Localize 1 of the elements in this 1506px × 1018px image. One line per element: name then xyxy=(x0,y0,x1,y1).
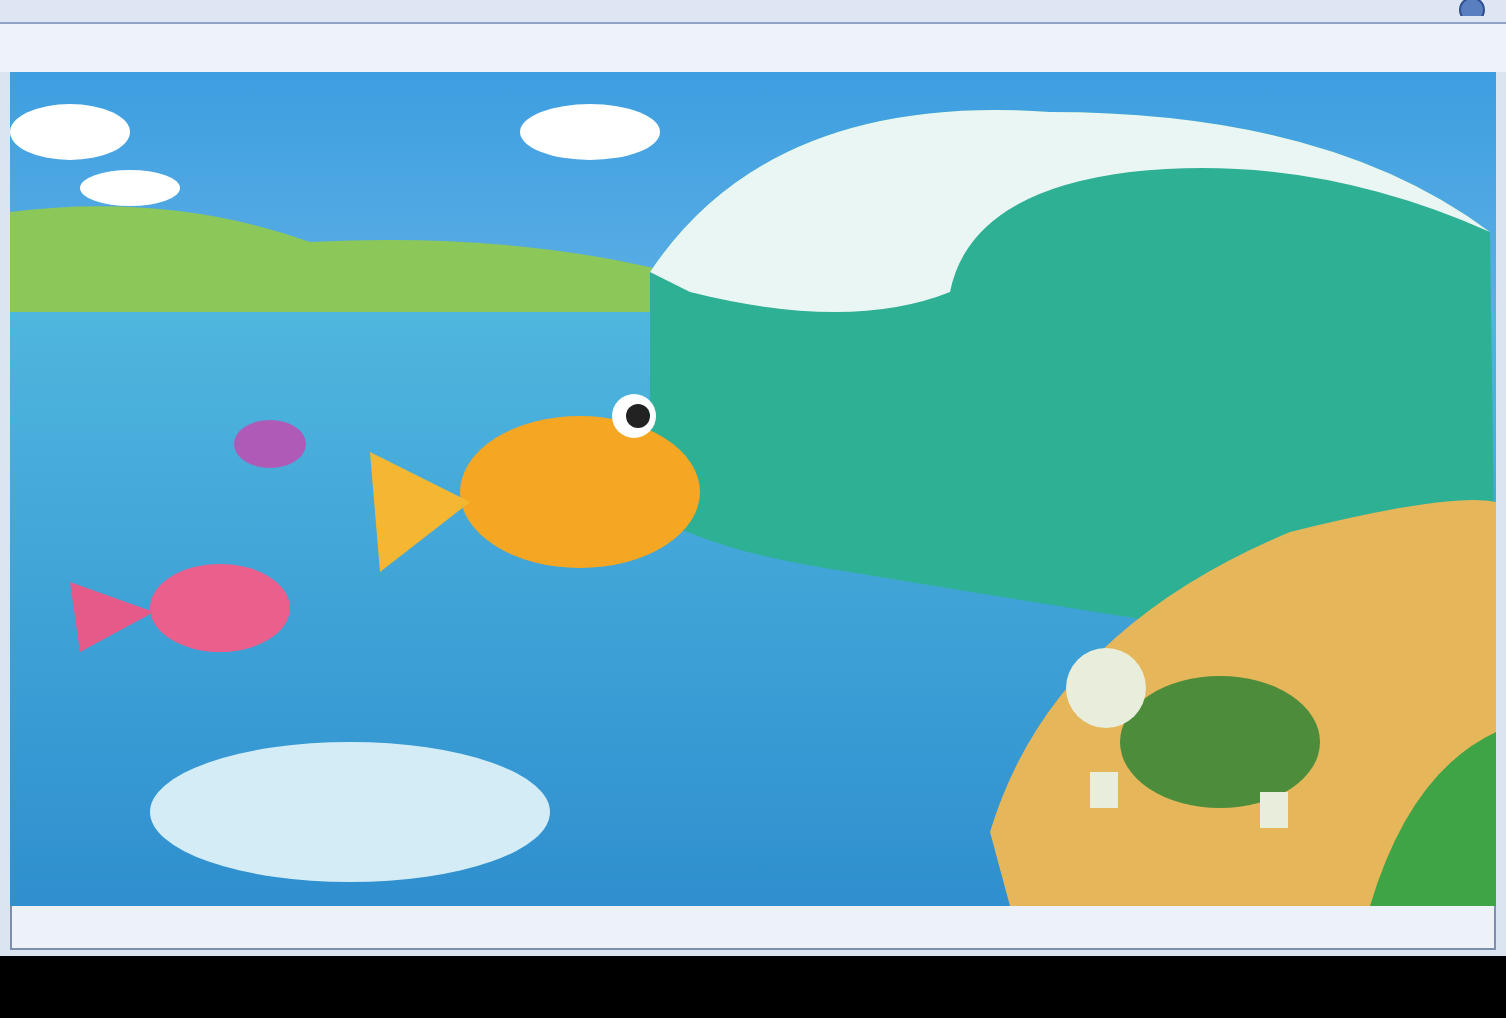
help-icon[interactable] xyxy=(1458,0,1486,16)
